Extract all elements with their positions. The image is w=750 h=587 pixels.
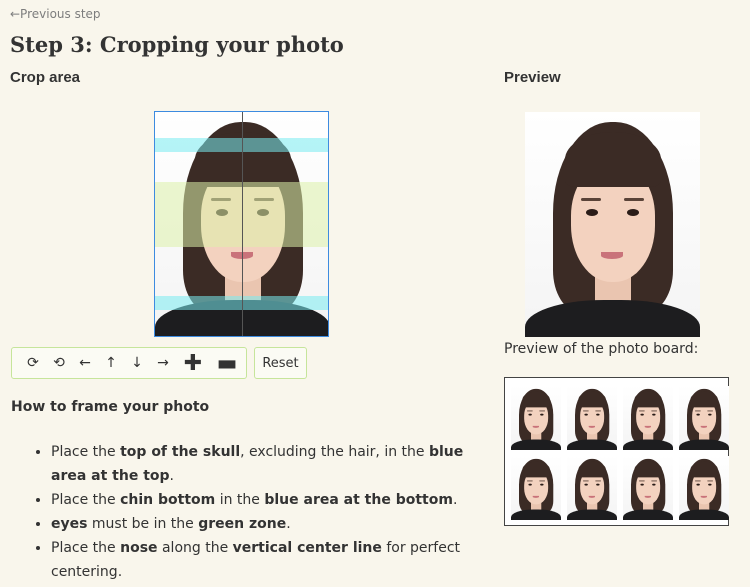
instruction-text: . [169,468,174,484]
board-thumbnail [623,456,673,520]
instruction-text: Place the [51,444,121,460]
instruction-text: . [452,492,458,508]
move-up-icon[interactable]: ↑ [98,350,124,376]
board-thumbnail [511,456,561,520]
preview-photo [525,112,700,337]
instruction-emphasis: top of the skull [120,444,241,460]
instruction-emphasis: blue area at the bottom [264,492,453,508]
vertical-center-line [242,112,243,336]
instruction-item: eyes must be in the green zone. [51,512,491,536]
zoom-in-icon[interactable]: ✚ [176,350,210,376]
instruction-text: must be in the [87,516,199,532]
crop-area-label: Crop area [10,69,81,86]
instructions-list: Place the top of the skull, excluding th… [15,440,491,584]
instruction-item: Place the nose along the vertical center… [51,536,491,584]
board-thumbnail [567,386,617,450]
rotate-right-icon[interactable]: ⟳ [20,350,46,376]
instruction-text: Place the [51,492,121,508]
move-right-icon[interactable]: → [150,350,176,376]
instruction-item: Place the chin bottom in the blue area a… [51,488,491,512]
crop-toolbar: ⟳ ⟲ ← ↑ ↓ → ✚ ▬ [11,347,247,379]
board-thumbnail [679,456,729,520]
page-title: Step 3: Cropping your photo [10,32,344,57]
instruction-emphasis: vertical center line [232,540,382,556]
instruction-emphasis: nose [120,540,158,556]
instruction-text: . [286,516,291,532]
reset-button[interactable]: Reset [254,347,307,379]
instruction-text: along the [157,540,233,556]
photo-board [504,377,729,526]
board-thumbnail [567,456,617,520]
instructions-heading: How to frame your photo [11,399,210,415]
instruction-emphasis: green zone [198,516,287,532]
crop-area[interactable] [154,111,329,337]
move-left-icon[interactable]: ← [72,350,98,376]
rotate-left-icon[interactable]: ⟲ [46,350,72,376]
instruction-text: , excluding the hair, in the [240,444,429,460]
instruction-text: in the [215,492,265,508]
board-thumbnail [623,386,673,450]
board-thumbnail [511,386,561,450]
photo-board-label: Preview of the photo board: [504,341,699,357]
previous-step-link[interactable]: ←Previous step [10,7,101,21]
instruction-emphasis: eyes [51,516,88,532]
zoom-out-icon[interactable]: ▬ [210,350,244,376]
move-down-icon[interactable]: ↓ [124,350,150,376]
instruction-item: Place the top of the skull, excluding th… [51,440,491,488]
board-thumbnail [679,386,729,450]
preview-label: Preview [504,69,561,86]
instruction-text: Place the [51,540,121,556]
instruction-emphasis: chin bottom [120,492,216,508]
